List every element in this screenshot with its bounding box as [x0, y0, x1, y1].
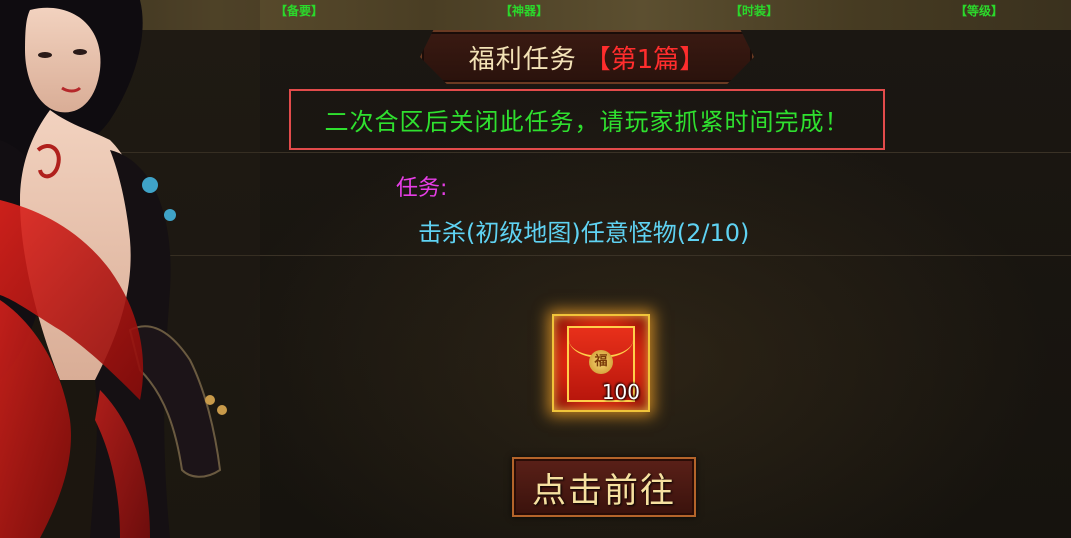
go-button-label: 点击前往: [532, 470, 676, 511]
top-tab-4[interactable]: 【等级】: [955, 2, 1003, 19]
envelope-seal: 福: [589, 350, 613, 374]
top-tab-2[interactable]: 【神器】: [500, 2, 548, 19]
reward-quantity: 100: [601, 380, 640, 404]
go-button[interactable]: 点击前往: [512, 457, 696, 517]
top-tab-1[interactable]: 【备要】: [275, 2, 323, 19]
notice-text: 二次合区后关闭此任务，请玩家抓紧时间完成！: [324, 108, 850, 136]
quest-title: 福利任务: [468, 44, 577, 75]
reward-item-slot[interactable]: 福 100: [552, 314, 650, 412]
top-tab-3[interactable]: 【时装】: [730, 2, 778, 19]
quest-chapter: 【第1篇】: [584, 44, 706, 75]
quest-dialog: 【备要】 【神器】 【时装】 【等级】 福利任务 【第1篇】 二次合区后关闭此任…: [0, 0, 1071, 538]
heroine-portrait: [0, 0, 260, 538]
task-label: 任务:: [396, 176, 448, 201]
task-description: 击杀(初级地图)任意怪物(2/10): [418, 219, 750, 247]
notice-banner: 二次合区后关闭此任务，请玩家抓紧时间完成！: [289, 89, 885, 150]
quest-title-plaque: 福利任务 【第1篇】: [420, 30, 754, 84]
